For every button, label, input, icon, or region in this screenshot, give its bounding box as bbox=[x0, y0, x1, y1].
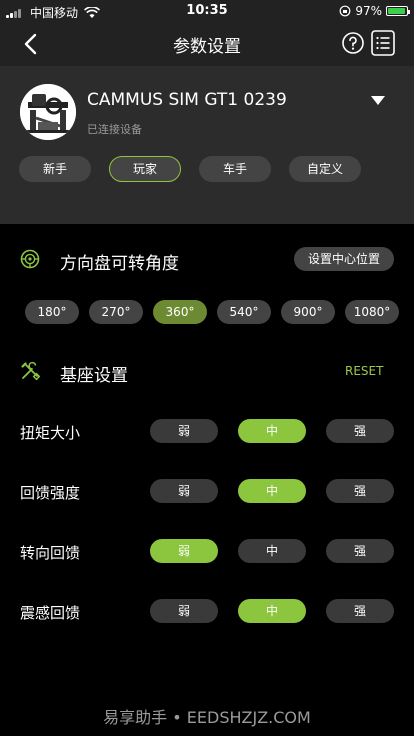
steering-angle-title: 方向盘可转角度 bbox=[60, 254, 179, 274]
caret-down-icon[interactable] bbox=[371, 96, 385, 106]
torque-option-strong[interactable]: 强 bbox=[326, 419, 394, 443]
steering-feedback-option-weak[interactable]: 弱 bbox=[150, 539, 218, 563]
vibration-feedback-option-strong[interactable]: 强 bbox=[326, 599, 394, 623]
battery-percent: 97% bbox=[355, 4, 382, 18]
torque-label: 扭矩大小 bbox=[20, 424, 81, 442]
feedback-strength-option-strong[interactable]: 强 bbox=[326, 479, 394, 503]
device-avatar bbox=[20, 84, 76, 140]
angle-option-360[interactable]: 360° bbox=[153, 300, 207, 324]
set-center-button[interactable]: 设置中心位置 bbox=[294, 247, 394, 271]
mode-button-custom[interactable]: 自定义 bbox=[289, 156, 361, 182]
status-bar: 中国移动 10:35 97% bbox=[0, 0, 414, 22]
watermark: 易享助手 • EEDSHZJZ.COM bbox=[103, 708, 311, 727]
battery-icon bbox=[386, 6, 410, 16]
status-right: 97% bbox=[339, 4, 410, 18]
angle-option-900[interactable]: 900° bbox=[281, 300, 335, 324]
battery-fill bbox=[388, 8, 405, 14]
angle-option-1080[interactable]: 1080° bbox=[345, 300, 399, 324]
reset-button[interactable]: RESET bbox=[345, 364, 383, 378]
torque-option-weak[interactable]: 弱 bbox=[150, 419, 218, 443]
feedback-strength-label: 回馈强度 bbox=[20, 484, 81, 502]
device-panel: CAMMUS SIM GT1 0239 已连接设备 新手 玩家 车手 自定义 bbox=[0, 66, 414, 224]
steering-feedback-label: 转向回馈 bbox=[20, 544, 81, 562]
mode-button-novice[interactable]: 新手 bbox=[19, 156, 91, 182]
racing-rig-image bbox=[20, 84, 76, 140]
feedback-strength-option-weak[interactable]: 弱 bbox=[150, 479, 218, 503]
list-icon[interactable] bbox=[371, 30, 395, 56]
device-name: CAMMUS SIM GT1 0239 bbox=[87, 90, 287, 110]
device-connection-status: 已连接设备 bbox=[87, 123, 142, 136]
vibration-feedback-option-weak[interactable]: 弱 bbox=[150, 599, 218, 623]
mode-button-driver[interactable]: 车手 bbox=[199, 156, 271, 182]
steering-feedback-option-medium[interactable]: 中 bbox=[238, 539, 306, 563]
angle-option-270[interactable]: 270° bbox=[89, 300, 143, 324]
torque-option-medium[interactable]: 中 bbox=[238, 419, 306, 443]
vibration-feedback-option-medium[interactable]: 中 bbox=[238, 599, 306, 623]
angle-option-180[interactable]: 180° bbox=[25, 300, 79, 324]
vibration-feedback-label: 震感回馈 bbox=[20, 604, 81, 622]
steering-wheel-icon bbox=[20, 249, 40, 269]
angle-option-540[interactable]: 540° bbox=[217, 300, 271, 324]
feedback-strength-option-medium[interactable]: 中 bbox=[238, 479, 306, 503]
nav-bar: 参数设置 bbox=[0, 22, 414, 66]
orientation-lock-icon bbox=[339, 5, 351, 17]
steering-feedback-option-strong[interactable]: 强 bbox=[326, 539, 394, 563]
base-settings-title: 基座设置 bbox=[60, 366, 128, 386]
help-icon[interactable] bbox=[341, 31, 365, 55]
mode-button-player[interactable]: 玩家 bbox=[109, 156, 181, 182]
tools-icon bbox=[21, 361, 40, 381]
